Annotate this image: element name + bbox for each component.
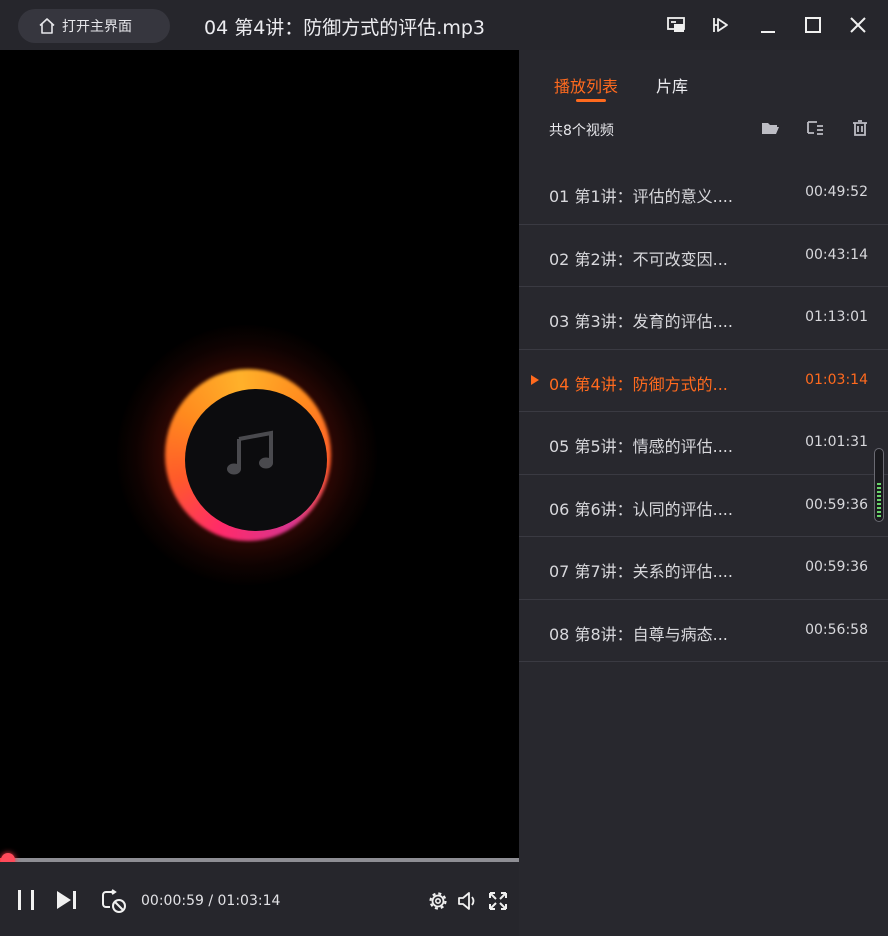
player-controls: 00:00:59 / 01:03:14 <box>0 862 519 936</box>
list-item-duration: 01:03:14 <box>805 371 868 388</box>
list-item-title: 01 第1讲：评估的意义.... <box>549 187 733 206</box>
now-playing-icon <box>531 374 539 385</box>
volume-button[interactable] <box>456 890 478 912</box>
pause-icon <box>18 890 34 910</box>
list-item-title: 06 第6讲：认同的评估.... <box>549 499 733 519</box>
playlist-panel: 播放列表 片库 共8个视频 01 第1讲：评估的意义.... 00:49:52 02… <box>519 50 888 936</box>
open-folder-button[interactable] <box>760 118 780 138</box>
screen-cast-button[interactable] <box>662 11 690 39</box>
video-area[interactable] <box>0 50 519 858</box>
delete-button[interactable] <box>850 118 870 138</box>
loop-mode-button[interactable] <box>100 887 128 915</box>
home-icon <box>39 18 55 34</box>
list-item-title: 02 第2讲：不可改变因... <box>549 249 728 269</box>
list-item-title: 04 第4讲：防御方式的... <box>549 374 728 394</box>
active-tab-indicator <box>576 99 606 102</box>
scrollbar-thumb[interactable] <box>874 448 884 522</box>
sort-icon <box>807 121 823 135</box>
title-bar: 打开主界面 04 第4讲：防御方式的评估.mp3 <box>0 0 888 50</box>
list-item[interactable]: 03 第3讲：发育的评估.... 01:13:01 <box>519 287 888 350</box>
screen-cast-icon <box>667 17 685 32</box>
fullscreen-button[interactable] <box>487 890 509 912</box>
window-title: 04 第4讲：防御方式的评估.mp3 <box>204 17 486 39</box>
list-item-current[interactable]: 04 第4讲：防御方式的... 01:03:14 <box>519 350 888 412</box>
list-item[interactable]: 06 第6讲：认同的评估.... 00:59:36 <box>519 475 888 537</box>
minimize-button[interactable] <box>754 11 782 39</box>
list-item-duration: 00:56:58 <box>805 621 868 638</box>
open-folder-icon <box>762 123 779 134</box>
list-item-duration: 00:43:14 <box>805 246 868 263</box>
fullscreen-icon <box>489 892 507 910</box>
open-main-window-label: 打开主界面 <box>62 19 132 35</box>
tab-library[interactable]: 片库 <box>656 73 688 97</box>
playlist: 01 第1讲：评估的意义.... 00:49:52 02 第2讲：不可改变因... 0… <box>519 162 888 662</box>
sort-button[interactable] <box>805 118 825 138</box>
time-separator: / <box>203 893 218 909</box>
time-total: 01:03:14 <box>217 893 281 909</box>
list-item-title: 05 第5讲：情感的评估.... <box>549 437 733 456</box>
list-item[interactable]: 05 第5讲：情感的评估.... 01:01:31 <box>519 412 888 475</box>
loop-off-icon <box>102 889 126 913</box>
list-item[interactable]: 08 第8讲：自尊与病态... 00:56:58 <box>519 600 888 662</box>
list-item[interactable]: 01 第1讲：评估的意义.... 00:49:52 <box>519 162 888 225</box>
list-item[interactable]: 07 第7讲：关系的评估.... 00:59:36 <box>519 537 888 600</box>
pin-icon <box>713 18 728 32</box>
pin-button[interactable] <box>707 11 735 39</box>
music-note-icon <box>227 430 273 475</box>
tab-playlist[interactable]: 播放列表 <box>554 73 618 97</box>
volume-icon <box>458 892 475 910</box>
close-icon <box>850 17 866 33</box>
minimize-icon <box>761 31 775 33</box>
open-main-window-button[interactable]: 打开主界面 <box>18 9 170 43</box>
list-item-title: 08 第8讲：自尊与病态... <box>549 624 728 644</box>
time-current: 00:00:59 <box>141 893 204 909</box>
close-button[interactable] <box>844 11 872 39</box>
list-item-title: 07 第7讲：关系的评估.... <box>549 562 733 581</box>
list-item[interactable]: 02 第2讲：不可改变因... 00:43:14 <box>519 225 888 287</box>
scrollbar-grip <box>877 483 881 517</box>
maximize-icon <box>805 17 821 33</box>
list-item-title: 03 第3讲：发育的评估.... <box>549 312 733 331</box>
list-item-duration: 00:49:52 <box>805 184 868 200</box>
pause-button[interactable] <box>14 888 38 912</box>
next-icon <box>57 891 76 909</box>
time-display: 00:00:59 / 01:03:14 <box>141 893 280 909</box>
settings-icon <box>429 892 447 910</box>
delete-icon <box>853 120 867 136</box>
settings-button[interactable] <box>427 890 449 912</box>
list-item-duration: 00:59:36 <box>805 559 868 575</box>
next-button[interactable] <box>54 888 80 912</box>
list-item-duration: 00:59:36 <box>805 496 868 513</box>
maximize-button[interactable] <box>799 11 827 39</box>
list-item-duration: 01:13:01 <box>805 309 868 325</box>
playlist-count: 共8个视频 <box>549 123 614 139</box>
list-item-duration: 01:01:31 <box>805 434 868 450</box>
